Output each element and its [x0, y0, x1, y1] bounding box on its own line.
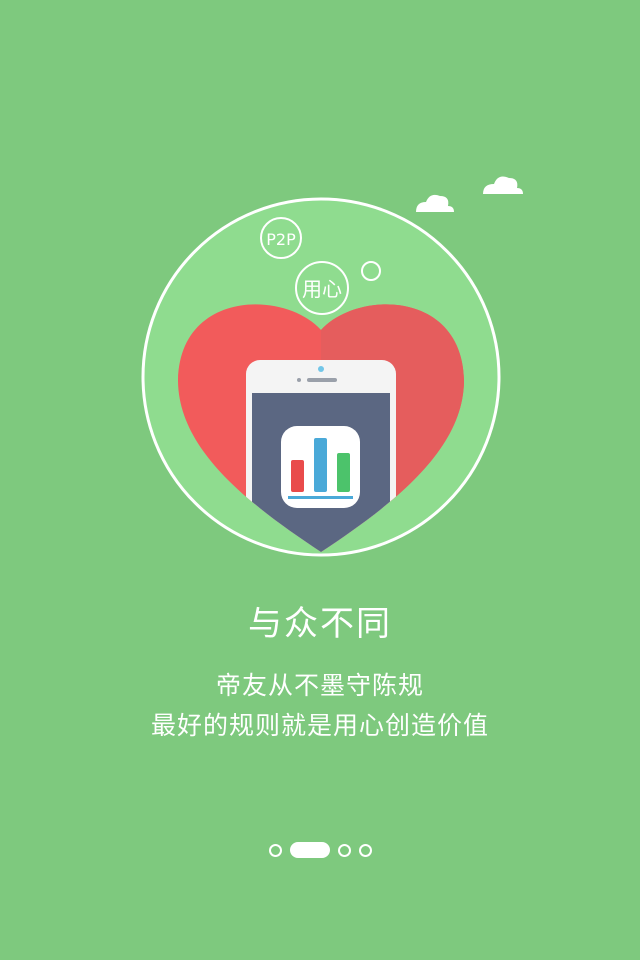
- bar-chart-app-icon: [281, 426, 360, 508]
- cloud-icon: [483, 176, 523, 194]
- onboarding-screen: P2P 用心 与众不同 帝友从不墨守陈规 最好的规则就是用心创造价值: [0, 0, 640, 960]
- page-indicator[interactable]: [0, 838, 640, 862]
- page-dot-3[interactable]: [337, 843, 351, 857]
- onboarding-illustration: P2P 用心: [141, 176, 523, 557]
- page-dot-1[interactable]: [268, 843, 282, 857]
- page-dot-4[interactable]: [358, 843, 372, 857]
- cloud-icon: [416, 194, 454, 212]
- page-title: 与众不同: [248, 604, 392, 644]
- page-dot-2-active[interactable]: [289, 842, 330, 858]
- badge-p2p-label: P2P: [266, 230, 296, 249]
- badge-heart-label: 用心: [302, 277, 342, 301]
- subtitle-line-1: 帝友从不墨守陈规: [215, 671, 424, 700]
- subtitle-line-2: 最好的规则就是用心创造价值: [150, 711, 489, 740]
